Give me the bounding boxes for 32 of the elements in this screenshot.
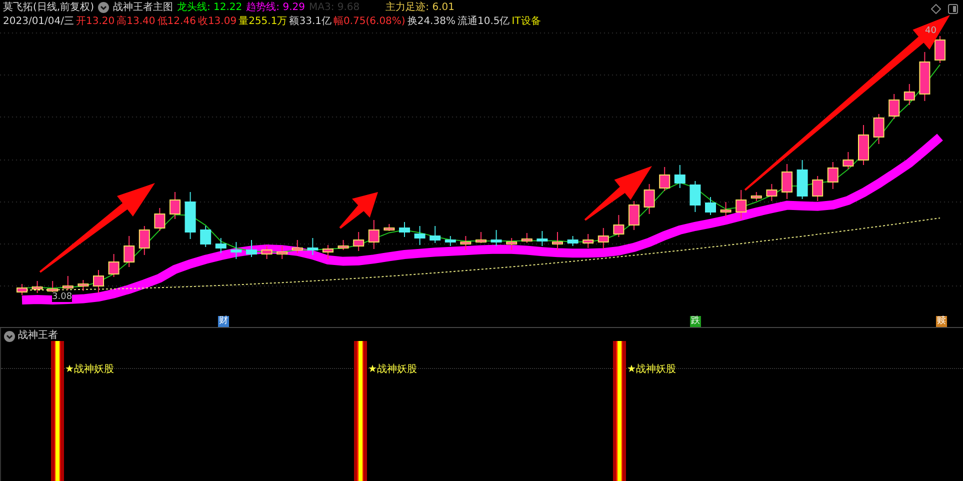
event-marker[interactable]: 赎 — [936, 316, 947, 327]
indicator-name: 战神王者主图 — [112, 1, 173, 14]
diamond-icon[interactable] — [931, 4, 941, 14]
indicator-name: 战神王者 — [18, 330, 58, 342]
chevron-down-icon[interactable] — [4, 330, 15, 342]
instrument-title: 莫飞拓(日线,前复权) — [3, 1, 94, 14]
quote-field: 量255.1万 — [238, 15, 288, 28]
signal-label: ★战神妖股 — [627, 362, 676, 376]
quote-field: 幅0.75(6.08%) — [333, 15, 406, 28]
signal-label: ★战神妖股 — [65, 362, 114, 376]
quote-field: 开13.20 — [76, 15, 115, 28]
event-marker[interactable]: 财 — [218, 316, 229, 327]
chevron-down-icon[interactable] — [98, 2, 109, 13]
indicator-readout: 主力足迹: 6.01 — [386, 1, 454, 14]
quote-field: 流通10.5亿 — [457, 15, 510, 28]
indicator-readout: 趋势线: 9.29 — [246, 1, 305, 14]
indicator-readout: 龙头线: 12.22 — [176, 1, 242, 14]
signal-label: ★战神妖股 — [368, 362, 417, 376]
price-label: 3.08 — [52, 292, 72, 302]
quote-field: 2023/01/04/三 — [3, 15, 74, 28]
price-label: 40 — [925, 26, 936, 36]
indicator-readout: MA3: 9.68 — [309, 1, 360, 14]
quote-field: 低12.46 — [157, 15, 196, 28]
up-arrow — [339, 192, 378, 229]
quote-field: 换24.38% — [407, 15, 456, 28]
quote-field: IT设备 — [512, 15, 541, 28]
quote-field: 额33.1亿 — [289, 15, 332, 28]
up-arrow — [584, 166, 652, 221]
event-marker[interactable]: 跌 — [690, 316, 701, 327]
panel-toggle-icon[interactable] — [948, 4, 958, 14]
quote-field: 高13.40 — [116, 15, 156, 28]
quote-field: 收13.09 — [198, 15, 237, 28]
